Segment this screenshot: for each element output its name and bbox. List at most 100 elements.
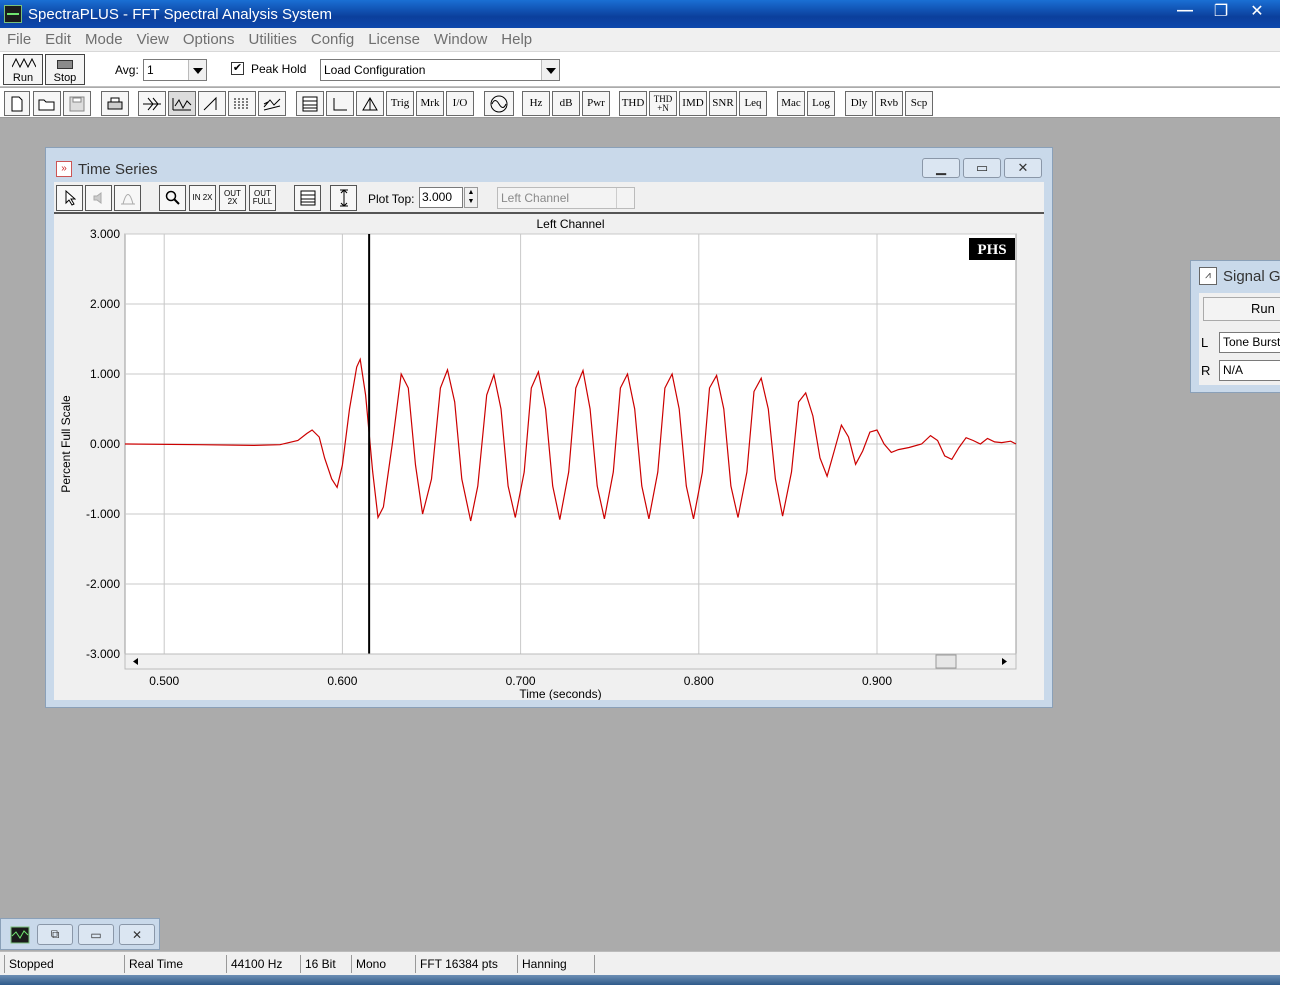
print-icon[interactable] bbox=[101, 91, 129, 116]
thd-n-button[interactable]: THD +N bbox=[649, 91, 677, 116]
time-series-icon: » bbox=[56, 161, 72, 177]
zoom-out-2x-icon[interactable]: OUT 2X bbox=[219, 185, 246, 211]
zoom-in-2x-icon[interactable]: IN 2X bbox=[189, 185, 216, 211]
run-button[interactable]: Run bbox=[3, 54, 43, 85]
config-select[interactable]: Load Configuration bbox=[320, 59, 560, 81]
minimize-button[interactable]: — bbox=[1170, 0, 1200, 22]
pwr-button[interactable]: Pwr bbox=[582, 91, 610, 116]
triangle-icon[interactable] bbox=[356, 91, 384, 116]
mini-maximize-button[interactable]: ▭ bbox=[78, 924, 114, 945]
signal-generator-title-bar: ⩘ Signal Gen bbox=[1199, 267, 1289, 285]
siggen-run-button[interactable]: Run bbox=[1203, 297, 1289, 321]
menu-utilities[interactable]: Utilities bbox=[242, 31, 304, 48]
menu-license[interactable]: License bbox=[361, 31, 427, 48]
hz-button[interactable]: Hz bbox=[522, 91, 550, 116]
vertical-scale-icon[interactable] bbox=[330, 185, 357, 211]
ts-close-button[interactable]: ✕ bbox=[1004, 158, 1042, 178]
plot-top-label: Plot Top: bbox=[368, 192, 415, 206]
restore-button[interactable]: ❐ bbox=[1206, 0, 1236, 22]
open-folder-icon[interactable] bbox=[33, 91, 61, 116]
peak-hold-checkbox[interactable]: ✔ bbox=[231, 62, 244, 75]
sine-icon[interactable] bbox=[484, 91, 514, 116]
avg-value: 1 bbox=[147, 63, 154, 77]
left-signal-select[interactable]: Tone Burst bbox=[1219, 332, 1289, 353]
rvb-button[interactable]: Rvb bbox=[875, 91, 903, 116]
status-bit-depth: 16 Bit bbox=[300, 955, 351, 973]
menu-edit[interactable]: Edit bbox=[38, 31, 78, 48]
menu-options[interactable]: Options bbox=[176, 31, 242, 48]
status-sample-rate: 44100 Hz bbox=[226, 955, 300, 973]
trig-button[interactable]: Trig bbox=[386, 91, 414, 116]
phs-logo-text: PHS bbox=[977, 242, 1006, 258]
imd-button[interactable]: IMD bbox=[679, 91, 707, 116]
y-tick-label: 1.000 bbox=[90, 367, 120, 381]
plot-top-spinner[interactable]: ▲ ▼ bbox=[464, 187, 478, 208]
zoom-out-full-icon[interactable]: OUT FULL bbox=[249, 185, 276, 211]
menu-mode[interactable]: Mode bbox=[78, 31, 130, 48]
table-icon[interactable] bbox=[294, 185, 321, 211]
ts-restore-button[interactable]: ▭ bbox=[963, 158, 1001, 178]
menu-help[interactable]: Help bbox=[494, 31, 539, 48]
speaker-icon[interactable] bbox=[85, 185, 112, 211]
menu-config[interactable]: Config bbox=[304, 31, 361, 48]
time-series-title-bar: » Time Series bbox=[56, 158, 157, 180]
channel-value: Left Channel bbox=[501, 191, 570, 205]
ts-minimize-button[interactable]: ▁ bbox=[922, 158, 960, 178]
plot-top-input[interactable]: 3.000 bbox=[419, 187, 463, 208]
3d-surface-icon[interactable] bbox=[258, 91, 286, 116]
menu-window[interactable]: Window bbox=[427, 31, 494, 48]
chevron-down-icon[interactable] bbox=[188, 60, 206, 80]
scp-button[interactable]: Scp bbox=[905, 91, 933, 116]
menu-bar: File Edit Mode View Options Utilities Co… bbox=[0, 28, 1280, 52]
waveform-view-icon[interactable] bbox=[168, 91, 196, 116]
spectrum-icon[interactable] bbox=[138, 91, 166, 116]
right-signal-select[interactable]: N/A bbox=[1219, 360, 1289, 381]
table-icon[interactable] bbox=[296, 91, 324, 116]
menu-file[interactable]: File bbox=[0, 31, 38, 48]
taskbar bbox=[0, 975, 1289, 985]
pointer-icon[interactable] bbox=[56, 185, 83, 211]
mini-close-button[interactable]: ✕ bbox=[119, 924, 155, 945]
axis-icon[interactable] bbox=[326, 91, 354, 116]
app-title-bar: SpectraPLUS - FFT Spectral Analysis Syst… bbox=[0, 0, 1280, 28]
new-file-icon[interactable] bbox=[4, 91, 30, 116]
status-window: Hanning bbox=[517, 955, 595, 973]
ramp-icon[interactable] bbox=[198, 91, 226, 116]
close-button[interactable]: ✕ bbox=[1242, 0, 1272, 22]
chevron-down-icon[interactable] bbox=[616, 188, 634, 208]
x-axis-label: Time (seconds) bbox=[519, 687, 601, 700]
io-button[interactable]: I/O bbox=[446, 91, 474, 116]
status-bar: Stopped Real Time 44100 Hz 16 Bit Mono F… bbox=[0, 951, 1280, 975]
app-title: SpectraPLUS - FFT Spectral Analysis Syst… bbox=[28, 5, 332, 23]
avg-select[interactable]: 1 bbox=[143, 59, 207, 81]
thd-button[interactable]: THD bbox=[619, 91, 647, 116]
leq-button[interactable]: Leq bbox=[739, 91, 767, 116]
time-series-toolbar: IN 2X OUT 2X OUT FULL Plot Top: 3.000 ▲ ▼… bbox=[54, 182, 1044, 214]
mac-button[interactable]: Mac bbox=[777, 91, 805, 116]
peak-hold-label: Peak Hold bbox=[251, 62, 307, 76]
y-tick-label: 3.000 bbox=[90, 227, 120, 241]
mrk-button[interactable]: Mrk bbox=[416, 91, 444, 116]
mini-restore-button[interactable]: ⧉ bbox=[37, 924, 73, 945]
save-disk-icon[interactable] bbox=[63, 91, 91, 116]
status-fft-size: FFT 16384 pts bbox=[415, 955, 517, 973]
peak-icon[interactable] bbox=[114, 185, 141, 211]
y-tick-label: -2.000 bbox=[86, 577, 120, 591]
channel-select[interactable]: Left Channel bbox=[497, 187, 635, 209]
db-button[interactable]: dB bbox=[552, 91, 580, 116]
x-tick-label: 0.800 bbox=[684, 674, 714, 688]
dly-button[interactable]: Dly bbox=[845, 91, 873, 116]
log-button[interactable]: Log bbox=[807, 91, 835, 116]
y-tick-label: -3.000 bbox=[86, 647, 120, 661]
config-value: Load Configuration bbox=[324, 63, 426, 77]
desktop-edge bbox=[1280, 0, 1289, 985]
magnifier-icon[interactable] bbox=[159, 185, 186, 211]
main-toolbar: Run Stop Avg: 1 Load Configuration bbox=[0, 52, 1280, 87]
snr-button[interactable]: SNR bbox=[709, 91, 737, 116]
menu-view[interactable]: View bbox=[130, 31, 176, 48]
y-axis-label: Percent Full Scale bbox=[59, 395, 73, 493]
horizontal-scrollbar bbox=[124, 653, 1017, 670]
stop-button[interactable]: Stop bbox=[45, 54, 85, 85]
spectrogram-icon[interactable] bbox=[228, 91, 256, 116]
chevron-down-icon[interactable] bbox=[541, 60, 559, 80]
